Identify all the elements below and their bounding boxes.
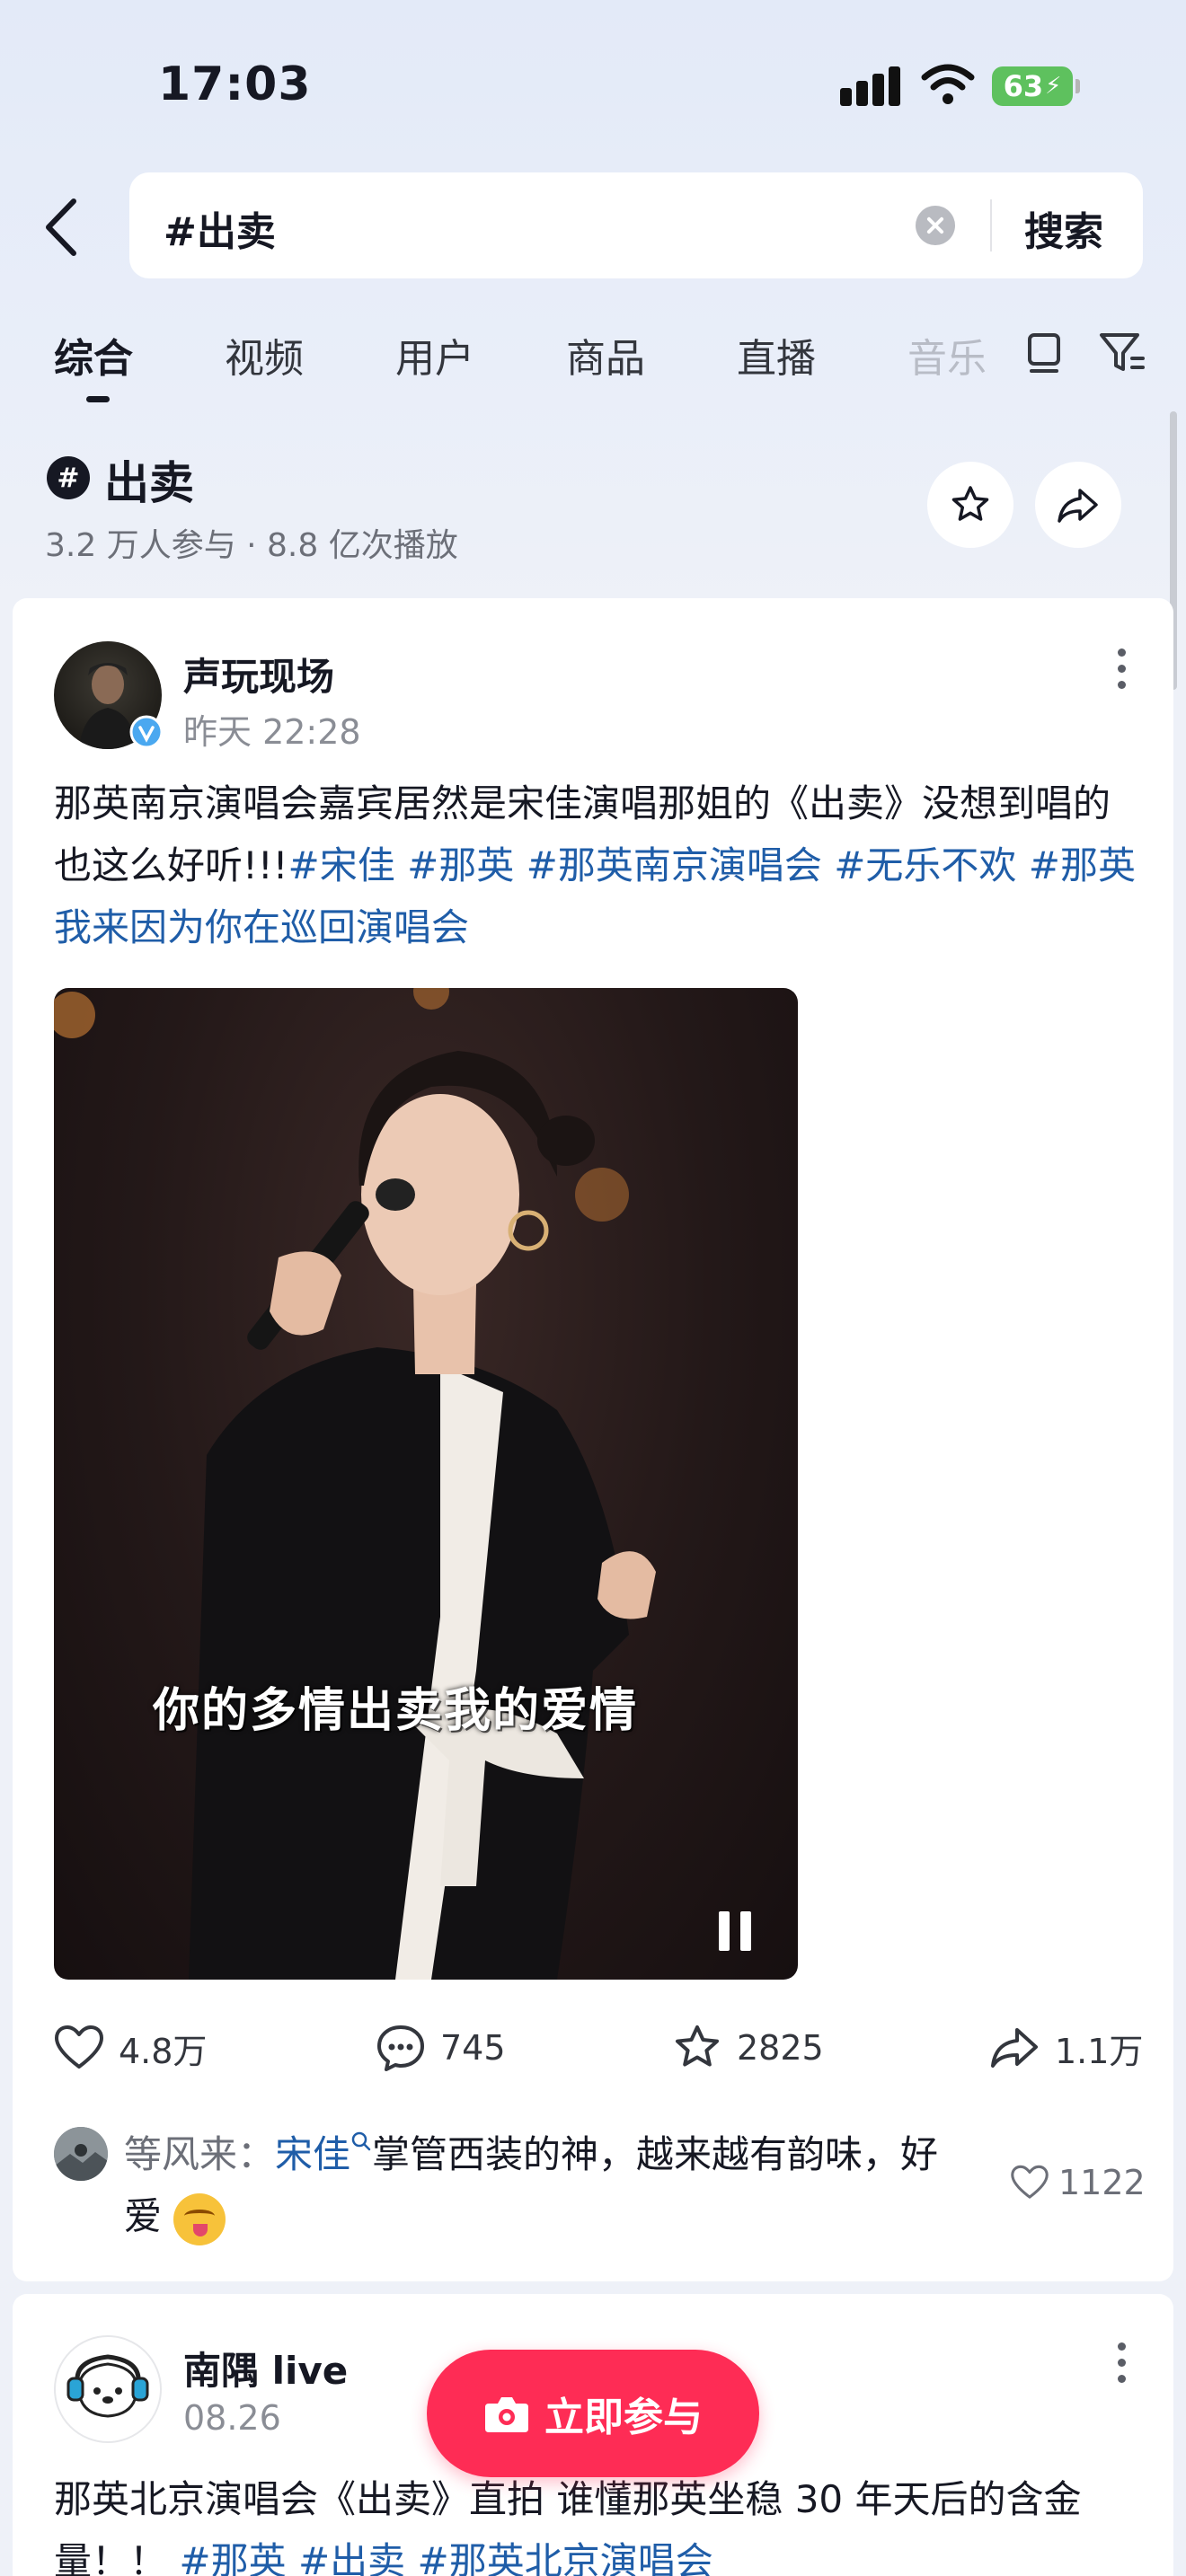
video-subtitle: 你的多情出卖我的爱情 xyxy=(153,1684,639,1738)
status-time: 17:03 xyxy=(158,57,312,111)
video-player[interactable]: 你的多情出卖我的爱情 xyxy=(54,988,798,1980)
hashtag-link[interactable]: #无乐不欢 xyxy=(834,843,1016,887)
share-icon xyxy=(1058,489,1098,523)
video-frame xyxy=(54,988,656,1980)
top-comment[interactable]: 等风来：宋佳 掌管西装的神，越来越有韵味，好爱 xyxy=(124,2123,969,2247)
tab-live[interactable]: 直播 xyxy=(737,326,816,384)
favorite-count: 2825 xyxy=(737,2028,824,2068)
more-options-icon[interactable] xyxy=(1112,648,1130,702)
share-icon xyxy=(991,2028,1038,2068)
hashtag-link[interactable]: #宋佳 xyxy=(288,843,395,887)
filter-icon[interactable] xyxy=(1094,324,1148,378)
battery-level: 63 xyxy=(1003,69,1044,103)
wifi-icon xyxy=(921,64,975,104)
camera-icon xyxy=(485,2397,528,2432)
hashtag-icon: # xyxy=(47,456,90,499)
star-icon xyxy=(951,486,989,521)
share-count: 1.1万 xyxy=(1055,2031,1144,2071)
comment-like-count: 1122 xyxy=(1058,2163,1146,2202)
commenter-avatar[interactable] xyxy=(54,2127,108,2181)
avatar-cartoon-dog xyxy=(66,2354,149,2418)
author-avatar[interactable] xyxy=(54,2335,162,2443)
pause-icon[interactable] xyxy=(719,1911,755,1951)
comment-icon xyxy=(377,2025,424,2071)
status-bar: 17:03 63 ⚡ xyxy=(0,0,1186,171)
share-topic-button[interactable] xyxy=(1035,462,1121,548)
comment-like-button[interactable]: 1122 xyxy=(1010,2163,1146,2202)
search-input[interactable]: #出卖 xyxy=(164,199,276,257)
tab-bar: 综合 视频 用户 商品 直播 音乐 xyxy=(0,319,1186,418)
post-caption: 那英南京演唱会嘉宾居然是宋佳演唱那姐的《出卖》没想到唱的也这么好听!!!#宋佳 … xyxy=(54,772,1141,958)
topic-title: 出卖 xyxy=(104,457,194,509)
clear-search-icon[interactable] xyxy=(916,206,955,245)
comment-button[interactable]: 745 xyxy=(376,2023,506,2073)
heart-icon xyxy=(1011,2165,1049,2199)
search-button[interactable]: 搜索 xyxy=(1024,199,1103,257)
tabs-list-icon[interactable] xyxy=(1017,324,1071,378)
tongue-emoji-icon xyxy=(173,2192,226,2245)
avatar-landscape xyxy=(54,2127,108,2181)
search-icon xyxy=(351,2131,371,2151)
more-options-icon[interactable] xyxy=(1112,2342,1130,2396)
verified-badge-icon xyxy=(129,715,164,749)
favorite-button[interactable]: 2825 xyxy=(672,2023,824,2073)
like-count: 4.8万 xyxy=(119,2031,208,2071)
search-divider xyxy=(990,199,992,251)
hashtag-link[interactable]: #那英 xyxy=(407,843,514,887)
comment-author[interactable]: 等风来： xyxy=(124,2132,275,2176)
topic-stats: 3.2 万人参与 · 8.8 亿次播放 xyxy=(45,527,458,564)
favorite-topic-button[interactable] xyxy=(927,462,1013,548)
post-time: 08.26 xyxy=(183,2398,281,2438)
search-bar[interactable]: #出卖 搜索 xyxy=(129,172,1143,278)
tab-products[interactable]: 商品 xyxy=(566,326,645,384)
tab-videos[interactable]: 视频 xyxy=(225,326,304,384)
tab-general[interactable]: 综合 xyxy=(54,326,133,384)
hashtag-link[interactable]: #那英南京演唱会 xyxy=(527,843,822,887)
post-caption: 那英北京演唱会《出卖》直拍 谁懂那英坐稳 30 年天后的含金量！！ #那英 #出… xyxy=(54,2468,1141,2576)
heart-icon xyxy=(55,2025,103,2069)
post-author[interactable]: 声玩现场 xyxy=(183,647,334,701)
post-author[interactable]: 南隅 live xyxy=(183,2341,348,2395)
join-now-label: 立即参与 xyxy=(544,2395,703,2440)
tab-music[interactable]: 音乐 xyxy=(907,326,987,384)
star-icon xyxy=(676,2025,719,2067)
hashtag-link[interactable]: #那英北京演唱会 xyxy=(418,2539,713,2576)
join-now-button[interactable]: 立即参与 xyxy=(427,2350,759,2477)
battery-indicator: 63 ⚡ xyxy=(992,66,1080,106)
hashtag-link[interactable]: #那英 xyxy=(179,2539,286,2576)
post-time: 昨天 22:28 xyxy=(183,712,361,752)
active-tab-indicator xyxy=(86,396,110,402)
tab-users[interactable]: 用户 xyxy=(395,326,474,384)
cellular-signal-icon xyxy=(840,66,901,106)
back-arrow-icon[interactable] xyxy=(40,196,84,259)
hashtag-link[interactable]: #出卖 xyxy=(298,2539,405,2576)
like-button[interactable]: 4.8万 xyxy=(54,2023,207,2073)
charging-bolt-icon: ⚡ xyxy=(1045,73,1062,100)
comment-count: 745 xyxy=(440,2028,506,2068)
share-button[interactable]: 1.1万 xyxy=(988,2023,1143,2073)
mention-link[interactable]: 宋佳 xyxy=(275,2132,350,2176)
